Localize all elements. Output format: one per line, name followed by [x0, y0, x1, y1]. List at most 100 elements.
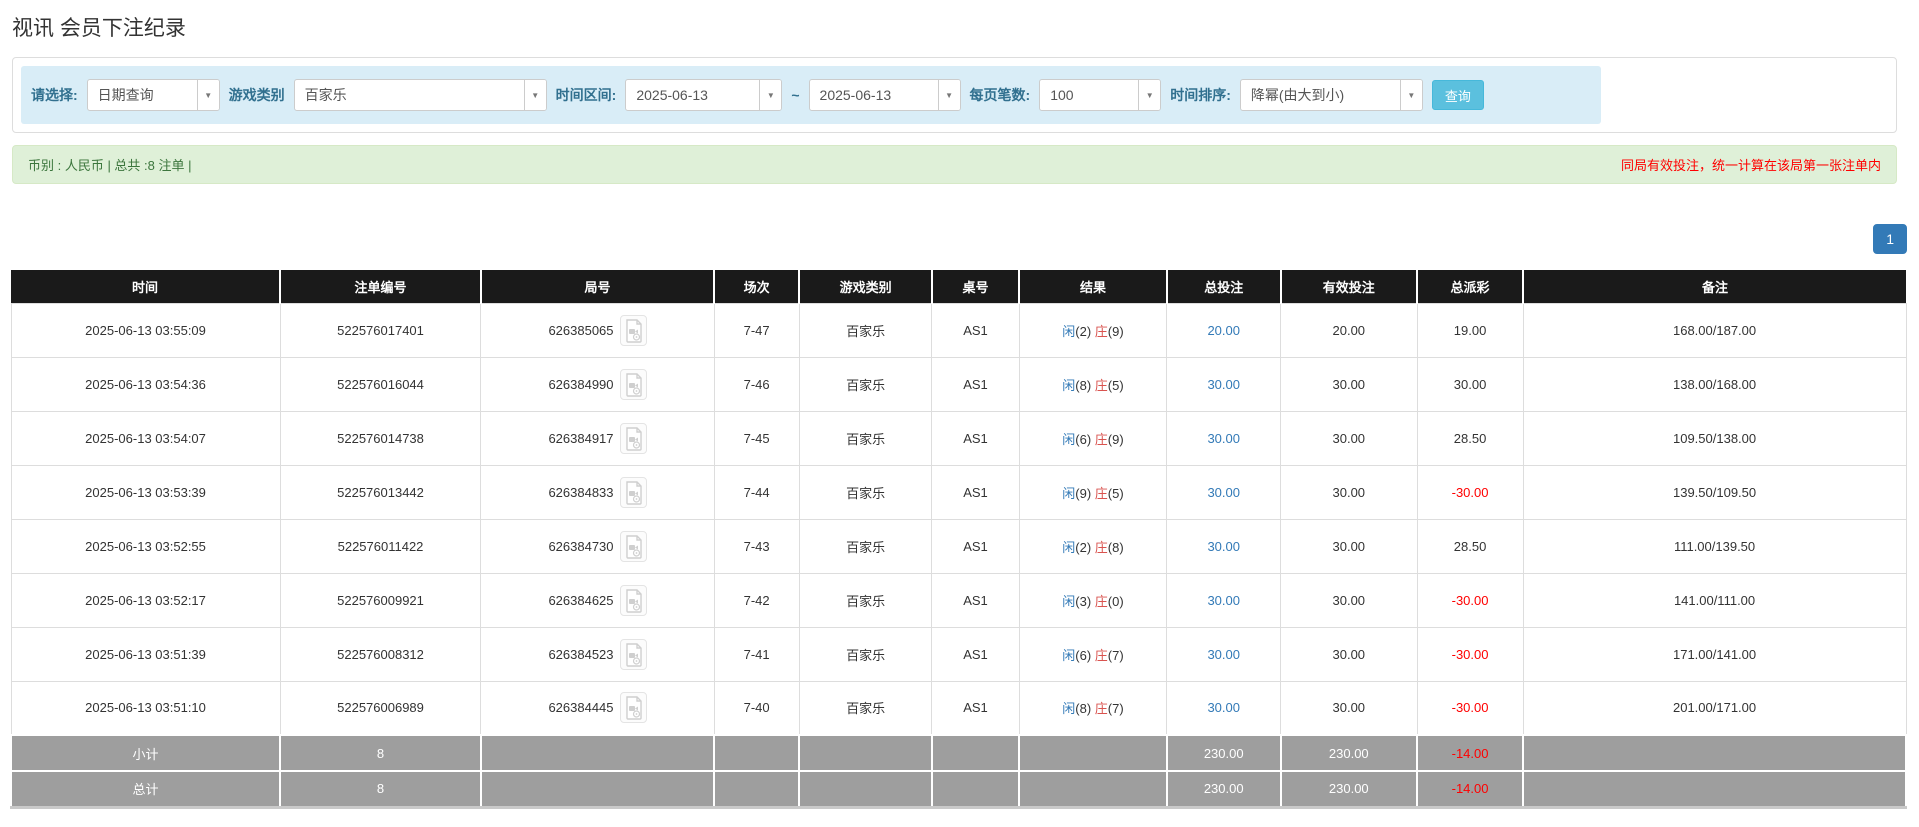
total-bet-cell[interactable]: 30.00: [1167, 357, 1281, 411]
video-file-icon: [625, 535, 643, 559]
valid-bet-cell: 30.00: [1281, 465, 1417, 519]
grand-total-row-valid-bet: 230.00: [1281, 771, 1417, 807]
result-player: 闲: [1062, 540, 1075, 555]
table-row: 2025-06-13 03:52:17522576009921626384625…: [11, 573, 1906, 627]
table-header-row: 时间注单编号局号场次游戏类别桌号结果总投注有效投注总派彩备注: [11, 270, 1906, 303]
total-bet-cell[interactable]: 30.00: [1167, 411, 1281, 465]
payout-cell: -30.00: [1417, 465, 1523, 519]
round-id: 626384833: [548, 485, 613, 500]
result-banker-score: (5): [1108, 486, 1124, 501]
table-id-cell: AS1: [932, 519, 1019, 573]
page-size-select[interactable]: 100 ▼: [1039, 79, 1161, 111]
result-player: 闲: [1062, 701, 1075, 716]
game-type-select[interactable]: 百家乐 ▼: [294, 79, 547, 111]
subtotal-row-empty-cell: [481, 735, 714, 771]
remark-cell: 141.00/111.00: [1523, 573, 1906, 627]
chevron-down-icon[interactable]: ▼: [197, 80, 219, 110]
video-replay-button[interactable]: [620, 477, 647, 508]
result-player-score: (3): [1075, 594, 1091, 609]
video-replay-button[interactable]: [620, 369, 647, 400]
subtotal-row-payout: -14.00: [1417, 735, 1523, 771]
chevron-down-icon[interactable]: ▼: [938, 80, 960, 110]
grand-total-row-empty-cell: [1019, 771, 1167, 807]
result-banker-score: (9): [1108, 432, 1124, 447]
payout-cell: 19.00: [1417, 303, 1523, 357]
round-id: 626384625: [548, 593, 613, 608]
grand-total-row-empty-cell: [799, 771, 932, 807]
total-bet-cell[interactable]: 30.00: [1167, 465, 1281, 519]
table-row: 2025-06-13 03:54:07522576014738626384917…: [11, 411, 1906, 465]
column-header-6: 结果: [1019, 270, 1167, 303]
result-player-score: (6): [1075, 432, 1091, 447]
video-replay-button[interactable]: [620, 585, 647, 616]
video-replay-button[interactable]: [620, 639, 647, 670]
page-title: 视讯 会员下注纪录: [12, 12, 1919, 42]
select-type-label: 请选择:: [31, 85, 78, 105]
video-replay-button[interactable]: [620, 315, 647, 346]
remark-cell: 171.00/141.00: [1523, 627, 1906, 681]
result-cell: 闲(3) 庄(0): [1019, 573, 1167, 627]
result-banker-score: (7): [1108, 648, 1124, 663]
grand-total-row-payout: -14.00: [1417, 771, 1523, 807]
table-id-cell: AS1: [932, 357, 1019, 411]
video-replay-button[interactable]: [620, 531, 647, 562]
chevron-down-icon[interactable]: ▼: [1138, 80, 1160, 110]
time-cell: 2025-06-13 03:55:09: [11, 303, 280, 357]
subtotal-row-empty-cell: [714, 735, 799, 771]
payout-cell: -30.00: [1417, 681, 1523, 735]
result-player: 闲: [1062, 324, 1075, 339]
time-sort-label: 时间排序:: [1170, 85, 1231, 105]
video-replay-button[interactable]: [620, 692, 647, 723]
time-cell: 2025-06-13 03:53:39: [11, 465, 280, 519]
time-cell: 2025-06-13 03:52:55: [11, 519, 280, 573]
search-button[interactable]: 查询: [1432, 80, 1484, 110]
payout-cell: 28.50: [1417, 519, 1523, 573]
date-from-picker[interactable]: 2025-06-13 ▼: [625, 79, 782, 111]
query-type-value: 日期查询: [88, 80, 197, 110]
column-header-7: 总投注: [1167, 270, 1281, 303]
video-replay-button[interactable]: [620, 423, 647, 454]
result-banker: 庄: [1095, 594, 1108, 609]
page-size-label: 每页笔数:: [970, 85, 1031, 105]
result-player: 闲: [1062, 486, 1075, 501]
total-bet-cell[interactable]: 30.00: [1167, 681, 1281, 735]
date-to-picker[interactable]: 2025-06-13 ▼: [809, 79, 961, 111]
session-cell: 7-43: [714, 519, 799, 573]
result-player-score: (2): [1075, 324, 1091, 339]
total-bet-cell[interactable]: 20.00: [1167, 303, 1281, 357]
chevron-down-icon[interactable]: ▼: [759, 80, 781, 110]
chevron-down-icon[interactable]: ▼: [1400, 80, 1422, 110]
query-type-select[interactable]: 日期查询 ▼: [87, 79, 220, 111]
time-cell: 2025-06-13 03:52:17: [11, 573, 280, 627]
total-bet-cell[interactable]: 30.00: [1167, 573, 1281, 627]
subtotal-row: 小计8230.00230.00-14.00: [11, 735, 1906, 771]
result-cell: 闲(2) 庄(8): [1019, 519, 1167, 573]
payout-cell: -30.00: [1417, 573, 1523, 627]
total-bet-cell[interactable]: 30.00: [1167, 519, 1281, 573]
total-bet-cell[interactable]: 30.00: [1167, 627, 1281, 681]
valid-bet-cell: 30.00: [1281, 681, 1417, 735]
valid-bet-cell: 30.00: [1281, 627, 1417, 681]
chevron-down-icon[interactable]: ▼: [524, 80, 546, 110]
time-cell: 2025-06-13 03:51:39: [11, 627, 280, 681]
table-id-cell: AS1: [932, 627, 1019, 681]
subtotal-row-label: 小计: [11, 735, 280, 771]
bet-id-cell: 522576008312: [280, 627, 481, 681]
round-id: 626384445: [548, 700, 613, 715]
result-banker: 庄: [1095, 378, 1108, 393]
table-body: 2025-06-13 03:55:09522576017401626385065…: [11, 303, 1906, 807]
table-row: 2025-06-13 03:53:39522576013442626384833…: [11, 465, 1906, 519]
video-file-icon: [625, 319, 643, 343]
result-banker: 庄: [1095, 432, 1108, 447]
result-banker-score: (5): [1108, 378, 1124, 393]
result-banker: 庄: [1095, 540, 1108, 555]
time-sort-select[interactable]: 降幂(由大到小) ▼: [1240, 79, 1423, 111]
remark-cell: 138.00/168.00: [1523, 357, 1906, 411]
video-file-icon: [625, 427, 643, 451]
remark-cell: 111.00/139.50: [1523, 519, 1906, 573]
result-banker: 庄: [1095, 701, 1108, 716]
page-1-button[interactable]: 1: [1873, 224, 1907, 254]
column-header-4: 游戏类别: [799, 270, 932, 303]
game-type-label: 游戏类别: [229, 85, 285, 105]
table-row: 2025-06-13 03:54:36522576016044626384990…: [11, 357, 1906, 411]
